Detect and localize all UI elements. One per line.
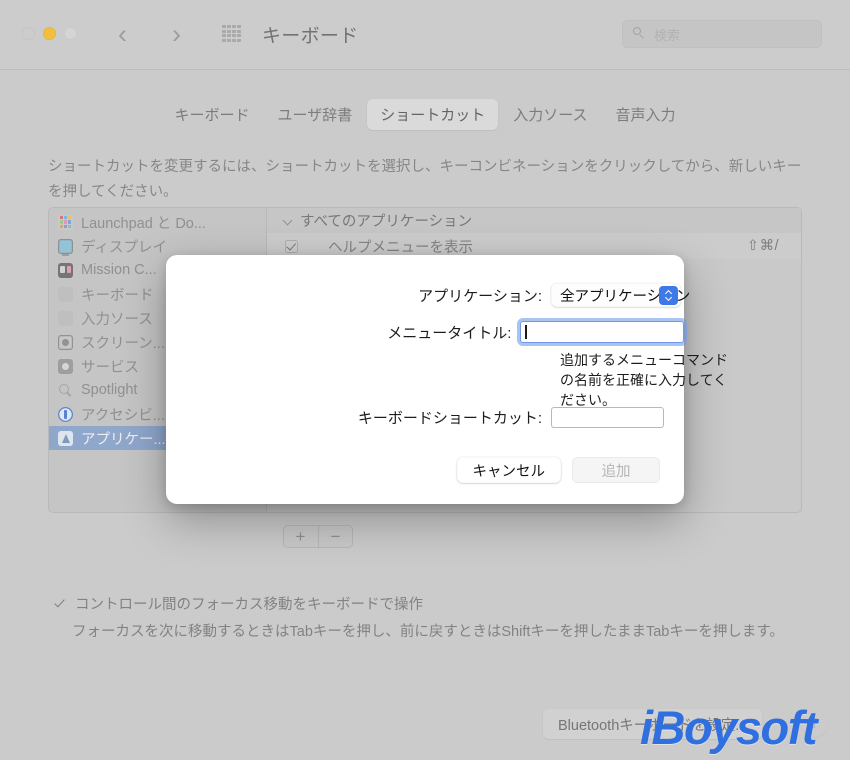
search-icon [633, 27, 645, 39]
zoom-button[interactable] [64, 27, 77, 40]
sidebar-item-label: アプリケー... [81, 431, 166, 448]
iboysoft-watermark: iBoysoft [640, 701, 818, 754]
instructions-text: ショートカットを変更するには、ショートカットを選択し、キーコンビネーションをクリ… [48, 159, 802, 200]
keyboard-focus-checkbox-row[interactable]: コントロール間のフォーカス移動をキーボードで操作 [53, 593, 423, 614]
sheet-action-buttons: キャンセル 追加 [456, 457, 660, 483]
keyboard-focus-label: コントロール間のフォーカス移動をキーボードで操作 [75, 597, 423, 613]
keyboard-shortcut-input[interactable] [551, 407, 664, 428]
preference-tabs: キーボード ユーザ辞書 ショートカット 入力ソース 音声入力 [0, 99, 850, 130]
sidebar-item-label: Spotlight [81, 382, 138, 398]
sidebar-item-label: キーボード [81, 287, 154, 304]
chevron-up-down-icon[interactable] [659, 285, 678, 305]
shortcut-keys[interactable]: ⇧⌘/ [747, 238, 779, 254]
sidebar-item-label: Mission C... [81, 262, 157, 278]
minimize-button[interactable] [43, 27, 56, 40]
application-label: アプリケーション: [418, 287, 542, 305]
sidebar-item-label: アクセシビ... [81, 407, 165, 424]
menu-title-label: メニュータイトル: [387, 324, 512, 342]
keyboard-shortcut-label: キーボードショートカット: [357, 410, 542, 427]
add-button[interactable]: 追加 [572, 457, 660, 483]
sidebar-item-label: Launchpad と Do... [81, 215, 206, 232]
keyboard-icon [58, 286, 73, 302]
sidebar-item-label: 入力ソース [81, 311, 153, 328]
screenshot-icon [58, 334, 73, 350]
text-cursor [525, 325, 527, 339]
chevron-down-icon[interactable] [284, 216, 293, 225]
spotlight-icon [58, 383, 73, 398]
menu-title-hint: 追加するメニューコマンドの名前を正確に入力してください。 [560, 352, 728, 408]
sidebar-item-label: サービス [81, 359, 139, 376]
application-icon [58, 430, 73, 446]
add-shortcut-button[interactable]: + [283, 525, 318, 548]
window-titlebar: ‹ › キーボード 検索 [0, 0, 850, 70]
display-icon [58, 238, 73, 256]
shortcut-group-header[interactable]: すべてのアプリケーション [267, 208, 801, 233]
close-button[interactable] [22, 27, 35, 40]
sidebar-item-label: スクリーン... [81, 335, 165, 352]
system-preferences-window: ‹ › キーボード 検索 キーボード ユーザ辞書 ショートカット 入力ソース 音… [0, 0, 850, 760]
add-shortcut-sheet: アプリケーション: 全アプリケーション メニュータイトル: 追加するメニューコマ… [166, 255, 728, 504]
keyboard-focus-checkbox[interactable] [53, 597, 66, 610]
menu-title-row: メニュータイトル: [166, 321, 684, 343]
add-remove-shortcut-buttons: + − [283, 525, 353, 548]
application-popup-button[interactable]: 全アプリケーション [551, 283, 690, 307]
cancel-button[interactable]: キャンセル [456, 457, 561, 483]
remove-shortcut-button[interactable]: − [318, 525, 353, 548]
shortcut-name: ヘルプメニューを表示 [328, 239, 473, 256]
sidebar-item-label: ディスプレイ [81, 239, 167, 256]
group-header-label: すべてのアプリケーション [300, 214, 473, 230]
window-title: キーボード [262, 26, 359, 47]
keyboard-shortcut-row: キーボードショートカット: [166, 407, 684, 428]
sidebar-item-launchpad-dock[interactable]: Launchpad と Do... [49, 210, 266, 234]
traffic-light-controls [22, 27, 77, 40]
tab-shortcuts[interactable]: ショートカット [367, 99, 499, 130]
launchpad-icon [58, 214, 73, 230]
tab-keyboard[interactable]: キーボード [161, 99, 262, 130]
row-checkbox[interactable] [285, 239, 298, 253]
search-field[interactable]: 検索 [622, 20, 822, 48]
show-all-grid-icon[interactable] [222, 25, 241, 42]
tab-user-dictionary[interactable]: ユーザ辞書 [265, 99, 366, 130]
services-icon [58, 358, 73, 374]
input-source-icon [58, 310, 73, 326]
mission-control-icon [58, 262, 73, 278]
forward-button[interactable]: › [172, 18, 181, 50]
menu-title-input[interactable] [520, 321, 684, 343]
accessibility-icon [58, 406, 73, 422]
tab-input-sources[interactable]: 入力ソース [500, 99, 600, 130]
application-row: アプリケーション: 全アプリケーション [166, 283, 690, 307]
tab-dictation[interactable]: 音声入力 [602, 99, 688, 130]
back-button[interactable]: ‹ [118, 18, 127, 50]
keyboard-focus-help-text: フォーカスを次に移動するときはTabキーを押し、前に戻すときはShiftキーを押… [72, 624, 784, 640]
search-placeholder: 検索 [654, 28, 681, 43]
